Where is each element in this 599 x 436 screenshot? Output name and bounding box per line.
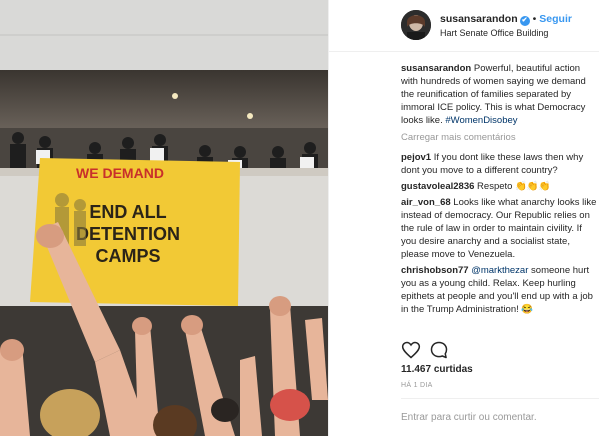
banner-line-1: END ALL (89, 202, 166, 222)
author-username[interactable]: susansarandon (440, 13, 518, 25)
banner-top-text: WE DEMAND (76, 165, 164, 181)
comment-username[interactable]: pejov1 (401, 152, 431, 163)
post-photo[interactable]: WE DEMAND END ALL DETENTION CAMPS (0, 0, 328, 436)
comment-item: pejov1 If you dont like these laws then … (401, 151, 597, 177)
post-header: susansarandon ✔ • Seguir Hart Senate Office… (329, 0, 599, 52)
post-author-line: susansarandon ✔ • Seguir (440, 13, 572, 26)
post-side-panel: susansarandon ✔ • Seguir Hart Senate Office… (328, 0, 599, 436)
load-more-comments-button[interactable]: Carregar mais comentários (401, 131, 597, 144)
caption-hashtag[interactable]: #WomenDisobey (445, 115, 517, 126)
comment-mention[interactable]: @markthezar (471, 265, 528, 276)
comment-item: gustavoleal2836 Respeto 👏👏👏 (401, 180, 597, 193)
post-timestamp[interactable]: HÁ 1 DIA (401, 382, 433, 389)
caption: susansarandon Powerful, beautiful action… (401, 62, 597, 127)
comment-username[interactable]: gustavoleal2836 (401, 181, 474, 192)
protest-photo: WE DEMAND END ALL DETENTION CAMPS (0, 0, 328, 436)
comment-username[interactable]: air_von_68 (401, 197, 451, 208)
heart-icon[interactable] (401, 340, 421, 360)
comment-username[interactable]: chrishobson77 (401, 265, 469, 276)
banner-line-3: CAMPS (95, 246, 160, 266)
comments-list[interactable]: susansarandon Powerful, beautiful action… (401, 62, 597, 332)
likes-count[interactable]: 11.467 curtidas (401, 364, 473, 375)
comment-item: chrishobson77 @markthezar someone hurt y… (401, 264, 597, 316)
location-link[interactable]: Hart Senate Office Building (440, 28, 548, 38)
separator-dot: • (532, 13, 537, 25)
follow-button[interactable]: Seguir (539, 13, 572, 25)
comment-item: air_von_68 Looks like what anarchy looks… (401, 196, 597, 261)
comment-text: Respeto 👏👏👏 (477, 181, 551, 192)
banner-line-2: DETENTION (76, 224, 180, 244)
verified-badge-icon: ✔ (519, 16, 530, 26)
comment-bubble-icon[interactable] (429, 340, 449, 360)
avatar[interactable] (401, 10, 431, 40)
comment-input[interactable] (401, 409, 597, 425)
caption-username[interactable]: susansarandon (401, 63, 471, 74)
avatar-image (401, 10, 431, 40)
add-comment-section (401, 398, 599, 436)
